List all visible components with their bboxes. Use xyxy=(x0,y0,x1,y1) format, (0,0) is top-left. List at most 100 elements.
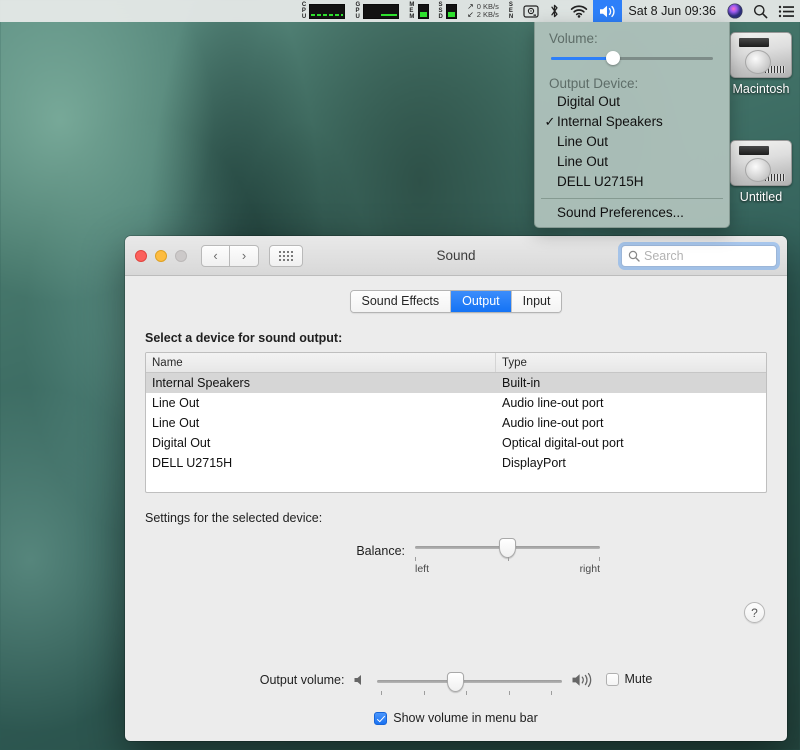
settings-section-label: Settings for the selected device: xyxy=(145,511,323,525)
balance-slider-thumb[interactable] xyxy=(499,538,516,558)
output-volume-slider[interactable] xyxy=(377,669,563,699)
table-row[interactable]: Line Out Audio line-out port xyxy=(146,413,766,433)
menu-item-dell-u2715h[interactable]: DELL U2715H xyxy=(535,172,729,192)
cell-device-type: Audio line-out port xyxy=(502,416,604,430)
volume-dropdown-menu: Volume: Output Device: Digital Out ✓ Int… xyxy=(534,22,730,228)
menubar-volume[interactable] xyxy=(593,0,623,22)
menu-item-digital-out[interactable]: Digital Out xyxy=(535,92,729,112)
menubar-mem-monitor[interactable]: MEM xyxy=(404,0,433,22)
menubar-disk-icon-item[interactable] xyxy=(518,0,544,22)
speaker-low-icon xyxy=(354,675,362,685)
back-button[interactable]: ‹ xyxy=(201,244,230,267)
show-all-button[interactable] xyxy=(269,244,303,267)
menu-volume-slider-row[interactable] xyxy=(535,47,729,73)
menubar-ssd-monitor[interactable]: SSD xyxy=(434,0,463,22)
slider-fill xyxy=(551,57,613,60)
menu-item-label: Line Out xyxy=(557,134,609,149)
menubar-gpu-monitor[interactable]: GPU xyxy=(350,0,404,22)
close-button[interactable] xyxy=(135,249,147,262)
mem-label: MEM xyxy=(409,1,415,21)
device-section-label: Select a device for sound output: xyxy=(145,331,343,345)
sound-preferences-window: ‹ › Sound Search Sound Effects Output In… xyxy=(125,236,787,741)
menu-item-line-out-1[interactable]: Line Out xyxy=(535,132,729,152)
menu-item-label: Digital Out xyxy=(557,94,621,109)
menu-item-label: DELL U2715H xyxy=(557,174,644,189)
menubar-wifi[interactable] xyxy=(565,0,593,22)
help-button[interactable]: ? xyxy=(744,602,765,623)
window-traffic-lights xyxy=(135,249,187,262)
mute-control[interactable]: Mute xyxy=(606,669,652,686)
tab-sound-effects[interactable]: Sound Effects xyxy=(350,291,451,312)
desktop-drive-untitled[interactable]: Untitled xyxy=(718,140,800,204)
menubar-sensors-monitor[interactable]: SEN xyxy=(504,0,519,22)
nav-buttons: ‹ › xyxy=(201,244,259,267)
minimize-button[interactable] xyxy=(155,249,167,262)
show-volume-checkbox[interactable] xyxy=(374,711,388,725)
output-device-table[interactable]: Name Type Internal Speakers Built-in Lin… xyxy=(145,352,767,493)
cell-device-name: Digital Out xyxy=(152,436,211,450)
balance-end-labels: left right xyxy=(415,563,600,575)
window-titlebar[interactable]: ‹ › Sound Search xyxy=(125,236,787,276)
menu-item-label: Internal Speakers xyxy=(557,114,663,129)
menubar-siri[interactable] xyxy=(722,0,748,22)
table-row[interactable]: DELL U2715H DisplayPort xyxy=(146,453,766,473)
column-header-type[interactable]: Type xyxy=(496,353,766,372)
mute-checkbox[interactable] xyxy=(606,672,620,686)
menu-item-label: Line Out xyxy=(557,154,609,169)
balance-right-label: right xyxy=(579,563,600,575)
menu-item-line-out-2[interactable]: Line Out xyxy=(535,152,729,172)
show-volume-row[interactable]: Show volume in menu bar xyxy=(125,711,787,725)
wifi-icon xyxy=(571,5,588,18)
menu-volume-slider[interactable] xyxy=(551,51,713,65)
drive-label: Untitled xyxy=(739,190,783,204)
menubar-cpu-monitor[interactable]: CPU xyxy=(297,0,351,22)
cell-device-name: Line Out xyxy=(152,396,200,410)
cpu-graph-icon xyxy=(309,3,346,19)
menu-item-internal-speakers[interactable]: ✓ Internal Speakers xyxy=(535,112,729,132)
ssd-bar-icon xyxy=(446,3,458,19)
cell-device-type: DisplayPort xyxy=(502,456,566,470)
show-volume-label: Show volume in menu bar xyxy=(393,711,538,725)
column-header-name[interactable]: Name xyxy=(146,353,496,372)
bluetooth-icon xyxy=(551,4,559,18)
slider-knob[interactable] xyxy=(605,51,620,65)
output-volume-row: Output volume: Mute xyxy=(125,669,787,699)
balance-left-label: left xyxy=(415,563,430,575)
menu-item-label: Sound Preferences... xyxy=(557,205,684,220)
mem-bar-icon xyxy=(417,3,429,19)
sensors-label: SEN xyxy=(508,1,514,21)
search-icon xyxy=(628,250,640,262)
volume-icon xyxy=(600,5,615,17)
notification-center-icon xyxy=(778,5,794,17)
balance-ticks xyxy=(415,557,600,562)
disk-icon xyxy=(523,4,540,18)
search-wrapper[interactable]: Search xyxy=(621,244,777,267)
output-device-caption: Output Device: xyxy=(549,76,639,91)
tabs-row: Sound Effects Output Input xyxy=(125,290,787,313)
output-volume-thumb[interactable] xyxy=(446,672,464,692)
network-arrows-icon: ↗ ↙ xyxy=(467,2,474,19)
table-row[interactable]: Internal Speakers Built-in xyxy=(146,373,766,393)
menu-separator xyxy=(541,198,723,199)
desktop-drive-macintosh[interactable]: Macintosh xyxy=(718,32,800,96)
menubar-bluetooth[interactable] xyxy=(544,0,565,22)
network-down-rate: 2 KB/s xyxy=(476,10,499,19)
tab-input[interactable]: Input xyxy=(510,291,562,312)
tab-output[interactable]: Output xyxy=(450,291,511,312)
menubar-notification-center[interactable] xyxy=(773,0,800,22)
mute-label: Mute xyxy=(624,672,653,686)
volume-caption: Volume: xyxy=(549,31,598,46)
menubar-clock[interactable]: Sat 8 Jun 09:36 xyxy=(622,0,722,22)
forward-button[interactable]: › xyxy=(230,244,259,267)
cell-device-name: Internal Speakers xyxy=(152,376,250,390)
spotlight-search-icon xyxy=(754,4,768,18)
menubar-network-monitor[interactable]: ↗ ↙ 0 KB/s 2 KB/s xyxy=(462,0,504,22)
output-volume-label: Output volume: xyxy=(259,673,345,687)
hard-drive-icon xyxy=(730,32,792,78)
table-row[interactable]: Digital Out Optical digital-out port xyxy=(146,433,766,453)
menubar-spotlight[interactable] xyxy=(748,0,773,22)
table-row[interactable]: Line Out Audio line-out port xyxy=(146,393,766,413)
checkmark-icon: ✓ xyxy=(544,114,556,129)
menu-item-sound-preferences[interactable]: Sound Preferences... xyxy=(535,203,729,223)
search-input[interactable]: Search xyxy=(621,244,777,267)
